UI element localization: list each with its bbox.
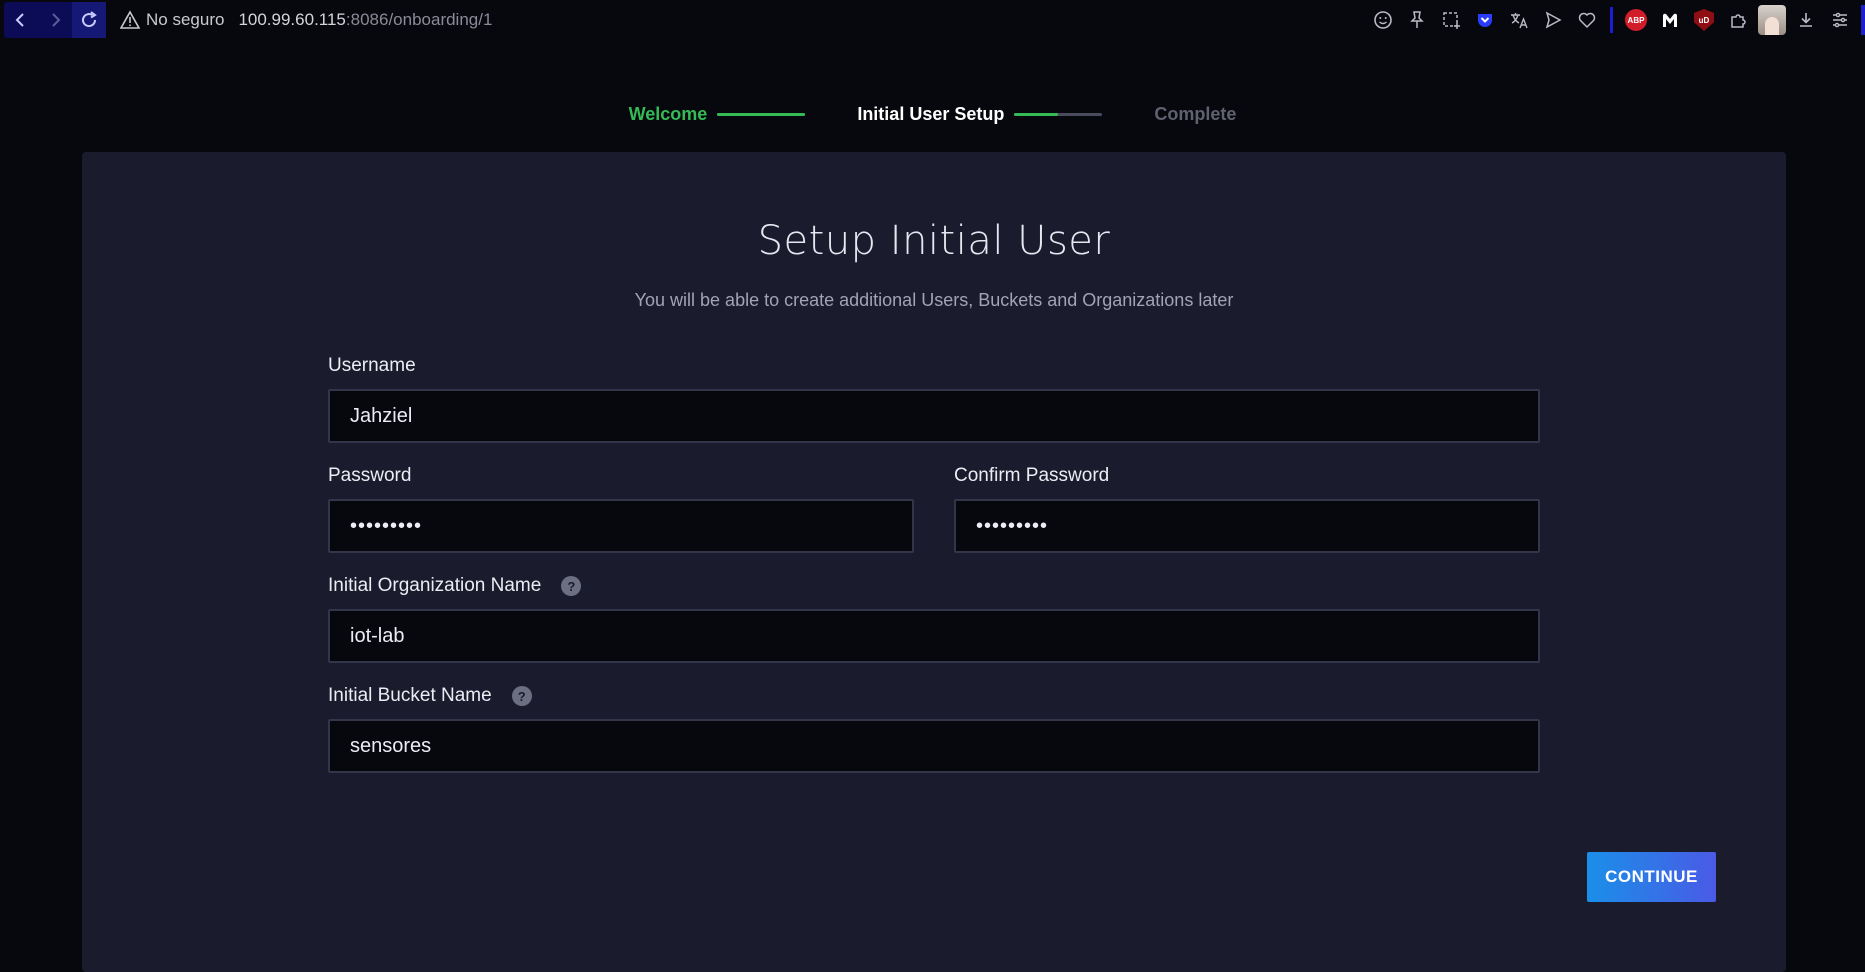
confirm-password-input[interactable] [976, 514, 1518, 538]
crop-icon [1443, 12, 1460, 29]
step-progress-line [1014, 113, 1103, 116]
address-bar[interactable]: No seguro 100.99.60.115 :8086/onboarding… [120, 10, 492, 30]
reload-icon [82, 11, 97, 28]
heart-icon [1578, 12, 1596, 29]
menu-icon [1833, 12, 1847, 28]
username-label: Username [328, 355, 416, 376]
bucket-name-input[interactable] [350, 734, 1518, 758]
password-field[interactable] [328, 499, 914, 553]
screenshot-button[interactable] [1434, 3, 1468, 37]
step-progress-line [717, 113, 806, 116]
adblock-plus-icon: ABP [1625, 9, 1647, 31]
help-icon[interactable]: ? [561, 576, 582, 596]
step-label: Welcome [628, 104, 708, 124]
chevron-left-icon [15, 13, 24, 27]
puzzle-icon [1731, 14, 1746, 28]
warning-icon [120, 10, 140, 29]
send-icon [1545, 11, 1562, 29]
favorites-button[interactable] [1570, 3, 1604, 37]
org-name-label: Initial Organization Name [328, 575, 542, 596]
page-subtitle: You will be able to create additional Us… [634, 290, 1234, 310]
extensions-bar: ABP uD [1366, 0, 1865, 40]
extensions-button[interactable] [1721, 3, 1755, 37]
continue-button[interactable]: CONTINUE [1587, 852, 1716, 902]
forward-button[interactable] [38, 2, 72, 38]
setup-panel [82, 152, 1786, 972]
emoji-button[interactable] [1366, 3, 1400, 37]
smiley-icon [1374, 11, 1392, 29]
bucket-name-label: Initial Bucket Name [328, 685, 492, 706]
reload-button[interactable] [72, 2, 106, 38]
step-label: Initial User Setup [857, 104, 1005, 124]
help-icon[interactable]: ? [511, 686, 532, 706]
avatar [1758, 5, 1786, 35]
step-initial-user-setup[interactable]: Initial User Setup [857, 104, 1154, 125]
bucket-name-label-row: Initial Bucket Name ? [328, 685, 532, 707]
org-name-field[interactable] [328, 609, 1540, 663]
translate-button[interactable] [1502, 3, 1536, 37]
step-label: Complete [1154, 104, 1237, 124]
adblock-plus-button[interactable]: ABP [1619, 3, 1653, 37]
pocket-button[interactable] [1468, 3, 1502, 37]
org-name-label-row: Initial Organization Name ? [328, 575, 582, 597]
confirm-password-label: Confirm Password [954, 465, 1110, 486]
malwarebytes-button[interactable] [1653, 3, 1687, 37]
malwarebytes-icon [1663, 13, 1677, 27]
toolbar-separator [1610, 7, 1613, 33]
step-complete: Complete [1154, 104, 1236, 125]
url-host: 100.99.60.115 [238, 10, 346, 29]
onboarding-stepper: Welcome Initial User Setup Complete [0, 104, 1865, 125]
step-welcome[interactable]: Welcome [629, 104, 858, 125]
username-input[interactable] [350, 404, 1518, 428]
back-button[interactable] [4, 2, 38, 38]
ublock-origin-button[interactable]: uD [1687, 3, 1721, 37]
send-button[interactable] [1536, 3, 1570, 37]
download-icon [1800, 13, 1812, 27]
profile-button[interactable] [1755, 3, 1789, 37]
sidebar-edge [1861, 5, 1865, 35]
step-progress-fill [717, 113, 806, 116]
pin-button[interactable] [1400, 3, 1434, 37]
chevron-right-icon [52, 13, 61, 27]
password-input[interactable] [350, 514, 892, 538]
nav-buttons [4, 2, 106, 38]
username-field[interactable] [328, 389, 1540, 443]
menu-button[interactable] [1823, 3, 1857, 37]
step-progress-fill [1014, 113, 1059, 116]
security-status[interactable]: No seguro [146, 10, 224, 30]
url-path: :8086/onboarding/1 [345, 10, 493, 29]
pocket-icon [1478, 14, 1492, 27]
translate-icon [1511, 13, 1528, 29]
browser-toolbar: No seguro 100.99.60.115 :8086/onboarding… [0, 0, 1865, 40]
bucket-name-field[interactable] [328, 719, 1540, 773]
confirm-password-field[interactable] [954, 499, 1540, 553]
pin-icon [1410, 11, 1424, 28]
password-label: Password [328, 465, 412, 486]
org-name-input[interactable] [350, 624, 1518, 648]
page-title: Setup Initial User [757, 218, 1111, 264]
downloads-button[interactable] [1789, 3, 1823, 37]
ublock-origin-icon: uD [1694, 9, 1714, 31]
